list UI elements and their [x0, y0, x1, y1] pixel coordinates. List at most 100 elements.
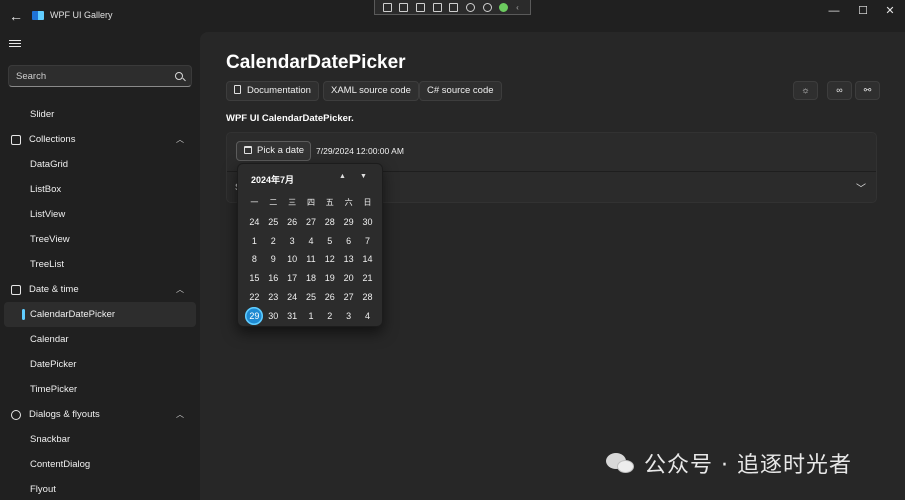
weekday-label: 一: [250, 198, 259, 207]
previous-month-icon[interactable]: ▲: [339, 173, 346, 180]
chevron-up-icon[interactable]: ︿: [176, 277, 184, 302]
calendar-day[interactable]: 17: [283, 269, 302, 288]
weekday-label: 五: [325, 198, 334, 207]
sidebar-item-snackbar[interactable]: Snackbar: [0, 427, 200, 452]
next-month-icon[interactable]: ▼: [360, 173, 367, 180]
close-button[interactable]: ✕: [878, 3, 902, 19]
calendar-day[interactable]: 31: [283, 307, 302, 326]
sidebar-item-timepicker[interactable]: TimePicker: [0, 377, 200, 402]
calendar-day[interactable]: 12: [320, 250, 339, 269]
sidebar-group-collections[interactable]: Collections ︿: [0, 127, 200, 152]
sidebar-item-calendar[interactable]: Calendar: [0, 327, 200, 352]
pick-date-label: Pick a date: [257, 145, 304, 156]
sidebar-item-label: CalendarDatePicker: [30, 309, 116, 320]
hamburger-menu-icon[interactable]: [9, 38, 21, 50]
xaml-source-button[interactable]: XAML source code: [323, 81, 419, 101]
calendar-day[interactable]: 28: [358, 288, 377, 307]
minimize-button[interactable]: —: [822, 3, 846, 19]
share-button[interactable]: ⚯: [855, 81, 880, 100]
calendar-day[interactable]: 29: [339, 213, 358, 232]
calendar-day[interactable]: 25: [302, 288, 321, 307]
sidebar-item-label: ContentDialog: [30, 459, 91, 470]
collapse-chevron-icon[interactable]: ‹: [516, 3, 522, 12]
video-icon[interactable]: [399, 2, 409, 12]
calendar-day[interactable]: 23: [264, 288, 283, 307]
calendar-day[interactable]: 8: [245, 250, 264, 269]
calendar-day[interactable]: 18: [302, 269, 321, 288]
sidebar-item-listbox[interactable]: ListBox: [0, 177, 200, 202]
calendar-day[interactable]: 27: [339, 288, 358, 307]
accessibility-icon[interactable]: [482, 2, 492, 12]
calendar-day[interactable]: 11: [302, 250, 321, 269]
sidebar-item-label: Slider: [30, 109, 55, 120]
select-element-icon[interactable]: [382, 2, 392, 12]
layout-adorner-icon[interactable]: [432, 2, 442, 12]
calendar-day[interactable]: 2: [264, 232, 283, 251]
sidebar-group-date-time[interactable]: Date & time ︿: [0, 277, 200, 302]
calendar-day[interactable]: 20: [339, 269, 358, 288]
calendar-day[interactable]: 2: [320, 307, 339, 326]
calendar-day[interactable]: 26: [283, 213, 302, 232]
search-icon[interactable]: [175, 72, 183, 80]
pick-date-button[interactable]: Pick a date: [236, 141, 311, 161]
calendar-day[interactable]: 4: [302, 232, 321, 251]
calendar-day[interactable]: 28: [320, 213, 339, 232]
calendar-day[interactable]: 30: [358, 213, 377, 232]
chevron-up-icon[interactable]: ︿: [176, 127, 184, 152]
chevron-down-icon[interactable]: ﹀: [856, 180, 866, 195]
search-input[interactable]: [16, 69, 166, 84]
calendar-day[interactable]: 9: [264, 250, 283, 269]
documentation-button[interactable]: Documentation: [226, 81, 319, 101]
sidebar-nav: Slider Collections ︿ DataGrid ListBox Li…: [0, 102, 200, 500]
maximize-button[interactable]: ☐: [851, 3, 875, 19]
checkmark-status-icon[interactable]: [499, 2, 509, 12]
calendar-day[interactable]: 16: [264, 269, 283, 288]
cursor-icon[interactable]: [416, 2, 426, 12]
weekday-label: 二: [269, 198, 278, 207]
hot-reload-icon[interactable]: [466, 2, 476, 12]
track-focus-icon[interactable]: [449, 2, 459, 12]
sidebar-item-label: Calendar: [30, 334, 69, 345]
calendar-day[interactable]: 3: [339, 307, 358, 326]
calendar-day[interactable]: 25: [264, 213, 283, 232]
calendar-day[interactable]: 22: [245, 288, 264, 307]
sidebar-item-treeview[interactable]: TreeView: [0, 227, 200, 252]
sidebar-item-listview[interactable]: ListView: [0, 202, 200, 227]
sidebar-item-flyout[interactable]: Flyout: [0, 477, 200, 500]
sidebar-item-datagrid[interactable]: DataGrid: [0, 152, 200, 177]
sidebar-item-contentdialog[interactable]: ContentDialog: [0, 452, 200, 477]
copy-link-button[interactable]: ∞: [827, 81, 852, 100]
calendar-day[interactable]: 30: [264, 307, 283, 326]
sidebar-item-slider[interactable]: Slider: [0, 102, 200, 127]
calendar-day[interactable]: 5: [320, 232, 339, 251]
chevron-up-icon[interactable]: ︿: [176, 402, 184, 427]
calendar-day[interactable]: 7: [358, 232, 377, 251]
calendar-day[interactable]: 21: [358, 269, 377, 288]
documentation-label: Documentation: [247, 85, 311, 96]
calendar-day[interactable]: 19: [320, 269, 339, 288]
calendar-day[interactable]: 1: [302, 307, 321, 326]
link-icon: ∞: [836, 85, 843, 95]
calendar-day[interactable]: 26: [320, 288, 339, 307]
calendar-day[interactable]: 13: [339, 250, 358, 269]
calendar-day[interactable]: 24: [283, 288, 302, 307]
calendar-day[interactable]: 3: [283, 232, 302, 251]
back-arrow-icon[interactable]: ←: [6, 6, 26, 26]
sidebar-group-dialogs-flyouts[interactable]: Dialogs & flyouts ︿: [0, 402, 200, 427]
calendar-day[interactable]: 14: [358, 250, 377, 269]
sidebar-item-treelist[interactable]: TreeList: [0, 252, 200, 277]
calendar-day[interactable]: 6: [339, 232, 358, 251]
calendar-day[interactable]: 27: [302, 213, 321, 232]
cs-source-button[interactable]: C# source code: [419, 81, 502, 101]
theme-toggle-button[interactable]: ☼: [793, 81, 818, 100]
calendar-day[interactable]: 4: [358, 307, 377, 326]
calendar-month-header[interactable]: 2024年7月: [251, 173, 294, 186]
calendar-day-selected[interactable]: 29: [245, 306, 264, 326]
calendar-day[interactable]: 10: [283, 250, 302, 269]
calendar-day[interactable]: 1: [245, 232, 264, 251]
sidebar-item-calendardatepicker[interactable]: CalendarDatePicker: [4, 302, 196, 327]
sidebar-item-datepicker[interactable]: DatePicker: [0, 352, 200, 377]
search-box[interactable]: [8, 65, 192, 87]
calendar-day[interactable]: 24: [245, 213, 264, 232]
calendar-day[interactable]: 15: [245, 269, 264, 288]
